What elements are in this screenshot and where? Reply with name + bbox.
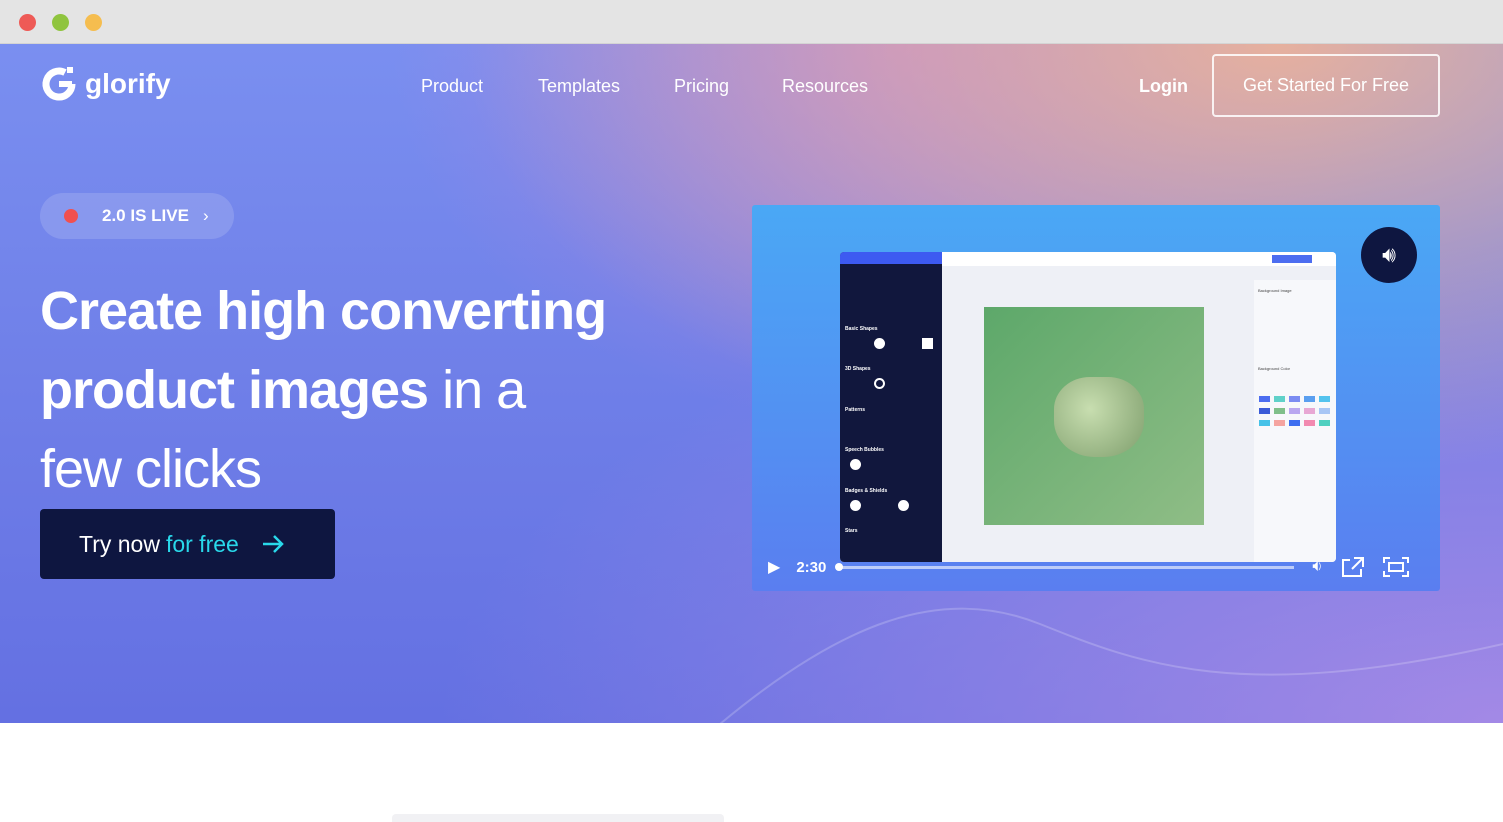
nav-resources[interactable]: Resources: [782, 76, 868, 97]
section-label: Patterns: [845, 407, 866, 413]
release-badge[interactable]: 2.0 IS LIVE ›: [40, 193, 234, 239]
login-link[interactable]: Login: [1139, 76, 1188, 97]
logo-text: glorify: [85, 68, 171, 99]
app-sidebar: Basic Shapes 3D Shapes Patterns Speech B…: [840, 252, 942, 562]
fullscreen-icon[interactable]: [1382, 556, 1410, 578]
nav-product[interactable]: Product: [421, 76, 483, 97]
section-label: Stars: [845, 528, 858, 534]
maximize-window-button[interactable]: [85, 14, 102, 31]
video-controls: ▶ 2:30 🔉︎: [752, 543, 1440, 591]
hero-section: glorify Product Templates Pricing Resour…: [0, 44, 1503, 724]
app-panel: Background Image Background Color: [1254, 280, 1336, 562]
app-topbar: [942, 252, 1336, 266]
decorative-wave: [720, 607, 1503, 724]
badge-text: 2.0 IS LIVE: [102, 206, 189, 225]
title-line-2-light: in a: [428, 360, 526, 420]
nav-templates[interactable]: Templates: [538, 76, 620, 97]
title-line-1: Create high converting: [40, 281, 607, 341]
try-label: Try now: [79, 530, 160, 557]
speaker-icon: 🔊︎: [1382, 242, 1396, 267]
title-line-3: few clicks: [40, 439, 262, 499]
panel-label: Background Image: [1258, 288, 1292, 293]
video-time: 2:30: [796, 558, 827, 576]
get-started-button[interactable]: Get Started For Free: [1212, 54, 1440, 117]
chevron-right-icon: ›: [202, 206, 209, 225]
glorify-logo-icon: [42, 67, 76, 101]
play-button[interactable]: ▶: [768, 557, 780, 577]
panel-label: Background Color: [1258, 366, 1291, 371]
progress-bar[interactable]: [835, 562, 1295, 571]
close-window-button[interactable]: [19, 14, 36, 31]
try-accent: for free: [165, 530, 239, 557]
logo[interactable]: glorify: [40, 64, 171, 104]
unmute-button[interactable]: 🔊︎: [1361, 227, 1417, 283]
mug-image: [1054, 377, 1144, 457]
section-label: Badges & Shields: [845, 488, 888, 494]
section-label: Speech Bubbles: [845, 447, 884, 453]
app-preview: Basic Shapes 3D Shapes Patterns Speech B…: [840, 252, 1336, 562]
title-line-2-bold: product images: [40, 360, 429, 420]
hero-title: Create high converting product images in…: [40, 272, 607, 509]
live-dot-icon: [64, 209, 78, 223]
app-canvas: [984, 307, 1204, 525]
section-label: 3D Shapes: [845, 366, 871, 372]
nav-pricing[interactable]: Pricing: [674, 76, 729, 97]
browser-chrome: [0, 0, 1503, 44]
section-placeholder: [392, 814, 724, 822]
share-icon[interactable]: [1340, 556, 1366, 578]
volume-button[interactable]: 🔉︎: [1312, 558, 1322, 576]
arrow-right-icon: [262, 535, 284, 553]
section-label: Basic Shapes: [845, 326, 878, 332]
try-now-button[interactable]: Try now for free: [40, 509, 335, 579]
video-player[interactable]: Basic Shapes 3D Shapes Patterns Speech B…: [752, 205, 1440, 591]
minimize-window-button[interactable]: [52, 14, 69, 31]
progress-handle[interactable]: [835, 562, 844, 571]
